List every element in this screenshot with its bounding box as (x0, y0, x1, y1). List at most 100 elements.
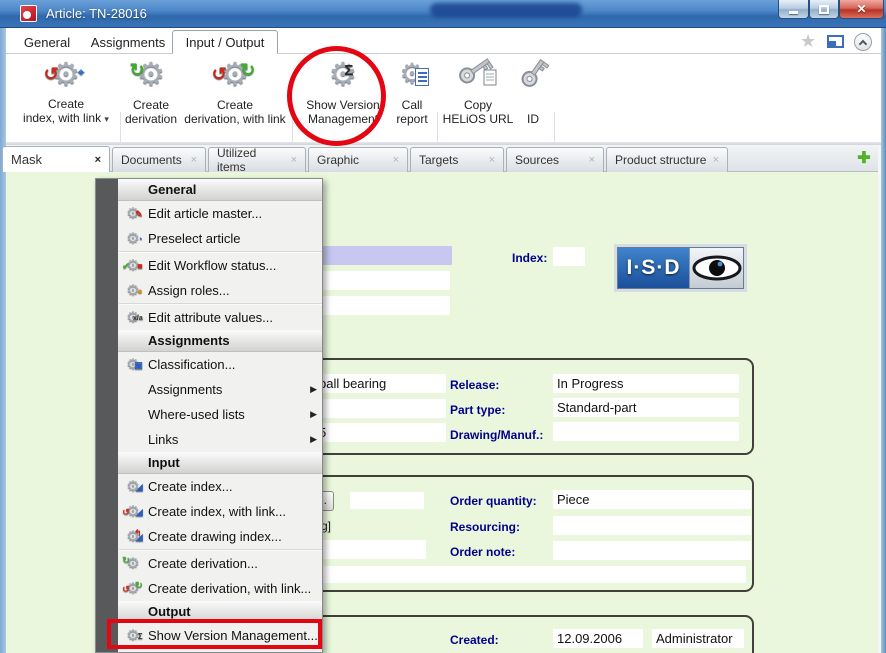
standard-field[interactable]: 5 (305, 423, 446, 442)
menu-item-create-drawing-index[interactable]: ⚙↰◢Create drawing index... (118, 524, 323, 549)
drawing-manuf-label: Drawing/Manuf.: (450, 428, 543, 442)
favorite-star-icon[interactable]: ★ (800, 31, 816, 52)
gear-report-icon: ⚙ (389, 56, 435, 94)
resourcing-label: Resourcing: (450, 520, 520, 534)
doc-tab-sources[interactable]: Sources× (506, 147, 604, 172)
tab-assignments[interactable]: Assignments (84, 30, 172, 54)
key-copy-icon (441, 56, 515, 94)
menu-item-edit-article-master[interactable]: ⚙✎Edit article master... (118, 201, 323, 226)
article-field-3[interactable] (305, 296, 450, 315)
gear-pencil-icon: ⚙✎ (118, 206, 148, 221)
title-bar: Article: TN-28016 ✕ (0, 0, 886, 28)
resourcing-field[interactable] (553, 516, 751, 535)
gear-user-icon: ⚙● (118, 283, 148, 298)
maximize-button[interactable] (809, 0, 839, 19)
release-field[interactable]: In Progress (553, 374, 739, 393)
created-label: Created: (450, 633, 499, 647)
id-button[interactable]: ID (514, 56, 552, 126)
tab-general[interactable]: General (14, 30, 80, 54)
close-tab-icon[interactable]: × (393, 154, 399, 166)
close-tab-icon[interactable]: × (95, 154, 101, 166)
menu-item-create-derivation[interactable]: ⚙↻Create derivation... (118, 551, 323, 576)
gear-derivation-link-icon: ⚙↻↺ (118, 581, 148, 596)
menu-item-edit-workflow-status[interactable]: ⚙✔■Edit Workflow status... (118, 253, 323, 278)
doc-tab-product-structure[interactable]: Product structure× (606, 147, 728, 172)
order-note-label: Order note: (450, 545, 515, 559)
gear-attributes-icon: ⚙x/a (118, 310, 148, 325)
menu-item-where-used-lists[interactable]: Where-used lists▶ (118, 402, 323, 427)
submenu-arrow-icon: ▶ (310, 434, 317, 445)
add-tab-button[interactable]: ✚ (854, 149, 874, 168)
gear-derivation-icon: ⚙↻ (123, 56, 179, 94)
menu-item-assignments[interactable]: Assignments▶ (118, 377, 323, 402)
maximize-icon (819, 5, 829, 14)
doc-tab-documents[interactable]: Documents× (112, 147, 206, 172)
menu-item-create-index[interactable]: ⚙◢Create index... (118, 474, 323, 499)
redacted-text-blur (430, 3, 582, 17)
doc-tab-targets[interactable]: Targets× (410, 147, 504, 172)
menu-header-general: General (118, 179, 323, 201)
tab-input-output[interactable]: Input / Output (172, 30, 278, 54)
close-tab-icon[interactable]: × (291, 154, 297, 166)
created-date-field[interactable]: 12.09.2006 (553, 629, 643, 648)
designation-field[interactable]: ball bearing (305, 374, 446, 393)
minimize-button[interactable] (778, 0, 809, 19)
menu-item-classification[interactable]: ⚙▣Classification... (118, 352, 323, 377)
gear-index-icon: ⚙◢ (118, 479, 148, 494)
comment-field[interactable] (323, 566, 746, 583)
created-by-field[interactable]: Administrator (652, 629, 744, 648)
article-field-2[interactable] (305, 271, 450, 290)
menu-item-preselect-article[interactable]: ⚙◔Preselect article (118, 226, 323, 251)
create-derivation-button[interactable]: ⚙↻ Create derivation (123, 56, 179, 126)
context-menu: General ⚙✎Edit article master... ⚙◔Prese… (95, 178, 323, 653)
menu-item-edit-attribute-values[interactable]: ⚙x/aEdit attribute values... (118, 305, 323, 330)
doc-tab-utilized-items[interactable]: Utilized items× (208, 147, 306, 172)
menu-item-create-derivation-with-link[interactable]: ⚙↻↺Create derivation, with link... (118, 576, 323, 601)
drawing-manuf-field[interactable] (553, 422, 739, 441)
create-derivation-with-link-button[interactable]: ⚙↻↺ Create derivation, with link (180, 56, 290, 126)
close-tab-icon[interactable]: × (589, 154, 595, 166)
window-title: Article: TN-28016 (46, 6, 147, 21)
menu-item-create-index-with-link[interactable]: ⚙↺◢Create index, with link... (118, 499, 323, 524)
order-note-field[interactable] (553, 541, 751, 560)
weight-field[interactable] (350, 492, 424, 509)
designation-field-2[interactable] (305, 399, 446, 418)
doc-tab-graphic[interactable]: Graphic× (308, 147, 408, 172)
isd-logo: I·S·D (617, 247, 744, 289)
window-layout-icon[interactable] (827, 35, 844, 48)
article-number-field[interactable] (305, 246, 452, 265)
submenu-arrow-icon: ▶ (310, 409, 317, 420)
gear-classification-icon: ⚙▣ (118, 357, 148, 372)
index-field[interactable] (553, 247, 585, 266)
release-label: Release: (450, 378, 499, 392)
dropdown-arrow-icon: ▾ (104, 114, 109, 124)
close-button[interactable]: ✕ (839, 0, 884, 19)
article-icon (20, 5, 37, 22)
menu-item-assign-roles[interactable]: ⚙●Assign roles... (118, 278, 323, 303)
close-tab-icon[interactable]: × (489, 154, 495, 166)
menu-header-input: Input (118, 452, 323, 474)
submenu-arrow-icon: ▶ (310, 384, 317, 395)
call-report-button[interactable]: ⚙ Call report (389, 56, 435, 126)
gear-index-link-icon: ⚙↺⌖ (14, 56, 118, 94)
gear-derivation-link-icon: ⚙↻↺ (180, 56, 290, 94)
part-type-field[interactable]: Standard-part (553, 398, 739, 417)
menu-header-assignments: Assignments (118, 330, 323, 352)
close-tab-icon[interactable]: × (713, 154, 719, 166)
chevron-up-icon (859, 40, 867, 48)
annotation-box-show-version-management-menu-item (107, 619, 322, 649)
window-frame-right (881, 28, 886, 653)
key-icon (514, 56, 552, 94)
ribbon: ⚙↺⌖ Create index, with link ▾ ⚙↻ Create … (6, 54, 881, 142)
menu-accent-strip (96, 179, 118, 652)
doc-tab-mask[interactable]: Mask× (2, 146, 110, 172)
copy-helios-url-button[interactable]: Copy HELiOS URL (441, 56, 515, 126)
menu-item-links[interactable]: Links▶ (118, 427, 323, 452)
order-quantity-field[interactable]: Piece (553, 490, 751, 509)
create-index-with-link-button[interactable]: ⚙↺⌖ Create index, with link ▾ (14, 56, 118, 126)
close-tab-icon[interactable]: × (191, 154, 197, 166)
gear-drawing-index-icon: ⚙↰◢ (118, 529, 148, 544)
material-field[interactable] (305, 540, 426, 559)
part-type-label: Part type: (450, 403, 505, 417)
collapse-ribbon-button[interactable] (854, 33, 872, 51)
